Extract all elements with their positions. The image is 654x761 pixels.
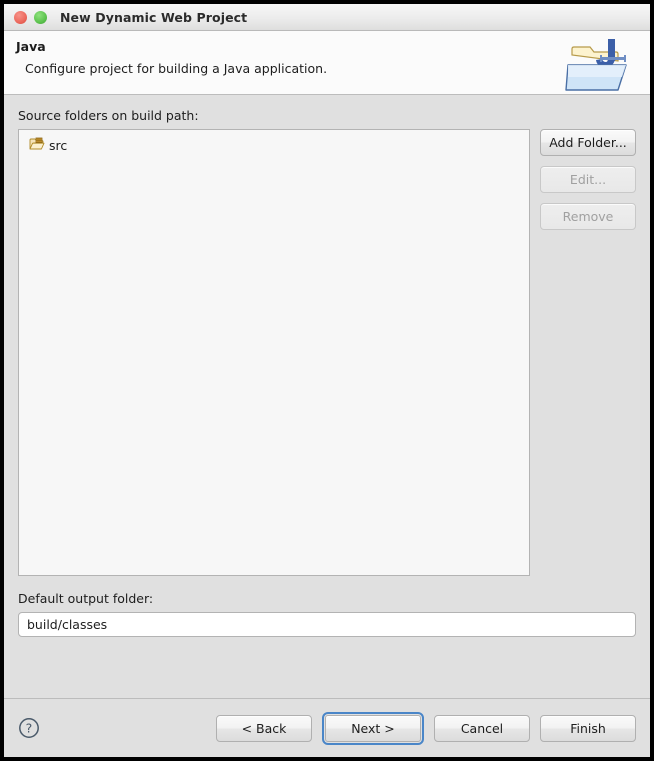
dialog-window: New Dynamic Web Project Java Configure p… (0, 0, 654, 761)
add-folder-button[interactable]: Add Folder... (540, 129, 636, 156)
source-folders-row: src Add Folder... Edit... Remove (18, 129, 636, 576)
footer-buttons: < Back Next > Cancel Finish (216, 711, 636, 745)
page-title: Java (16, 39, 46, 54)
back-button[interactable]: < Back (216, 714, 312, 742)
source-folder-actions: Add Folder... Edit... Remove (540, 129, 636, 230)
source-folders-label: Source folders on build path: (18, 108, 199, 123)
output-folder-input[interactable] (18, 612, 636, 637)
edit-button[interactable]: Edit... (540, 166, 636, 193)
page-description: Configure project for building a Java ap… (25, 61, 328, 76)
svg-text:?: ? (26, 721, 33, 736)
list-item[interactable]: src (19, 135, 529, 155)
window-title: New Dynamic Web Project (60, 9, 248, 25)
output-folder-section: Default output folder: (18, 578, 636, 637)
title-bar: New Dynamic Web Project (4, 4, 650, 31)
maximize-button[interactable] (34, 10, 47, 24)
next-button[interactable]: Next > (325, 714, 421, 742)
remove-button[interactable]: Remove (540, 203, 636, 230)
next-button-focus-ring: Next > (322, 711, 424, 745)
wizard-header: Java Configure project for building a Ja… (4, 31, 650, 95)
source-folders-list[interactable]: src (18, 129, 530, 576)
list-item-label: src (49, 137, 68, 153)
source-folder-icon (29, 137, 45, 154)
finish-button[interactable]: Finish (540, 714, 636, 742)
output-folder-label: Default output folder: (18, 591, 154, 606)
dialog-footer: ? < Back Next > Cancel Finish (4, 698, 650, 757)
java-folder-icon (564, 37, 636, 95)
close-button[interactable] (14, 10, 27, 24)
cancel-button[interactable]: Cancel (434, 714, 530, 742)
wizard-body: Source folders on build path: src Add Fo… (4, 95, 650, 698)
help-question-icon[interactable]: ? (18, 717, 40, 739)
